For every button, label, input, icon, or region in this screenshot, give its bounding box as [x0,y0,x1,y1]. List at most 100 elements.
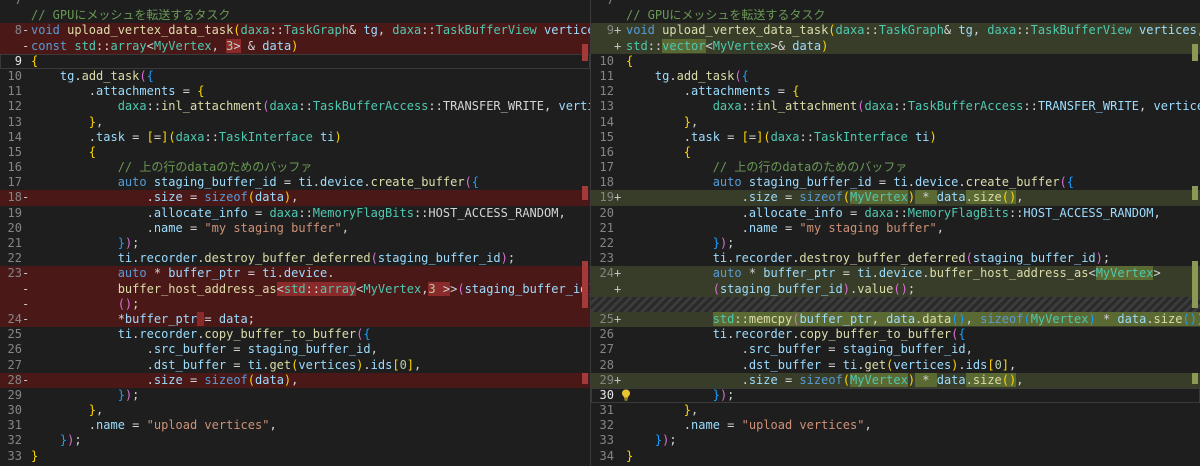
code-line[interactable]: 27 .src_buffer = staging_buffer_id, [591,342,1200,357]
line-gutter: 28- [0,373,30,388]
code-line[interactable]: 33 }); [591,433,1200,448]
code-token: ( [247,372,256,387]
code-line[interactable]: 20 .allocate_info = daxa::MemoryFlagBits… [591,206,1200,221]
code-line[interactable]: 13 daxa::inl_attachment(daxa::TaskBuffer… [591,99,1200,114]
code-line[interactable]: 10 { [591,54,1200,69]
code-line[interactable]: 32 .name = "upload vertices", [591,418,1200,433]
line-number: 23 [599,251,614,266]
code-line[interactable]: 29 + .size = sizeof(MyVertex) * data.size… [591,372,1200,388]
code-line[interactable]: 22 ti.recorder.destroy_buffer_deferred(s… [0,251,590,266]
line-gutter: 11 [591,69,623,84]
code-line[interactable]: 30 }, [0,403,590,418]
code-line[interactable]: 34} [591,449,1200,464]
code-line[interactable]: 18- .size = sizeof(data), [0,190,590,206]
code-token: { [958,327,966,342]
code-token: size [748,190,778,205]
code-line[interactable]: 16 { [591,145,1200,160]
code-token: TaskBufferView [1030,23,1132,38]
code-line[interactable]: 20 .name = "my staging buffer", [0,221,590,236]
code-line[interactable]: 31 .name = "upload vertices", [0,418,590,433]
code-token: data [886,311,916,326]
code-line[interactable]: 15 .task = [=](daxa::TaskInterface ti) [591,130,1200,145]
code-line[interactable]: 8- void upload_vertex_data_task(daxa::Tas… [0,23,590,39]
code-line[interactable]: 31 }, [591,403,1200,418]
code-line[interactable]: 24 + auto * buffer_ptr = ti.device.buffer… [591,266,1200,282]
original-pane[interactable]: 7// GPUにメッシュを転送するタスク 8- void upload_vertex… [0,0,590,466]
lightbulb-icon[interactable] [621,389,631,401]
code-line[interactable]: 14 }, [591,115,1200,130]
code-line[interactable]: 25 + std::memcpy(buffer_ptr, data.data(),… [591,311,1200,328]
code-token: recorder [139,251,198,266]
code-token: get [269,357,292,372]
code-line[interactable]: // GPUにメッシュを転送するタスク [591,8,1200,23]
code-line[interactable]: 27 .dst_buffer = ti.get(vertices).ids[0]… [0,358,590,373]
code-line[interactable]: 12 daxa::inl_attachment(daxa::TaskBuffer… [0,99,590,114]
code-token: // 上の行のdataのためのバッファ [117,160,313,175]
code-line[interactable]: 26 ti.recorder.copy_buffer_to_buffer({ [591,327,1200,342]
code-line[interactable]: 19 .allocate_info = daxa::MemoryFlagBits… [0,206,590,221]
code-line[interactable]: 9{ [0,53,590,69]
code-line[interactable]: + (staging_buffer_id).value(); [591,281,1200,297]
line-content: std::memcpy(buffer_ptr, data.data(), siz… [623,311,1200,327]
code-line[interactable]: - buffer_host_address_as<std::array<MyVe… [0,281,590,297]
code-line[interactable]: 18 auto staging_buffer_id = ti.device.cr… [591,175,1200,190]
code-line[interactable]: 17 auto staging_buffer_id = ti.device.cr… [0,175,590,190]
code-line[interactable]: 25 ti.recorder.copy_buffer_to_buffer({ [0,327,590,342]
code-token: add_task [81,68,140,83]
code-line[interactable]: 11 tg.add_task({ [591,69,1200,84]
modified-scrollbar[interactable] [1189,0,1200,466]
code-line[interactable]: 10 tg.add_task({ [0,69,590,84]
code-line[interactable]: 21 .name = "my staging buffer", [591,221,1200,236]
line-content: // GPUにメッシュを転送するタスク [30,8,590,23]
code-line[interactable]: 14 .task = [=](daxa::TaskInterface ti) [0,130,590,145]
line-content: }, [623,115,1200,130]
code-line[interactable]: 32 }); [0,433,590,448]
code-line[interactable]: 33} [0,449,590,464]
code-line[interactable]: - (); [0,296,590,312]
code-line[interactable]: 15 { [0,145,590,160]
line-content: } [30,449,590,464]
original-scrollbar[interactable] [579,0,590,466]
code-line[interactable]: 23 ti.recorder.destroy_buffer_deferred(s… [591,251,1200,266]
code-line[interactable]: // GPUにメッシュを転送するタスク [0,8,590,23]
code-line[interactable]: 12 .attachments = { [591,84,1200,99]
code-line[interactable]: - const std::array<MyVertex, 3> & data) [0,38,590,54]
code-line[interactable]: 28- .size = sizeof(data), [0,372,590,388]
line-number: 9 [606,23,614,38]
line-number: 29 [599,372,614,387]
code-line[interactable]: 17 // 上の行のdataのためのバッファ [591,160,1200,175]
line-gutter: 14 [0,130,30,145]
code-token: recorder [734,251,793,266]
code-token: ti [712,251,728,266]
code-line[interactable]: 13 }, [0,115,590,130]
code-line[interactable]: 26 .src_buffer = staging_buffer_id, [0,342,590,357]
code-token: { [683,144,692,159]
code-line[interactable]: 30 }); [591,387,1200,404]
code-token: ti [842,357,858,372]
code-line[interactable]: 21 }); [0,236,590,251]
code-line[interactable]: 23- auto * buffer_ptr = ti.device. [0,266,590,282]
code-line[interactable]: 19 + .size = sizeof(MyVertex) * data.size… [591,190,1200,206]
line-gutter: 9 [0,54,30,69]
code-token: daxa [835,23,865,38]
modified-pane[interactable]: 7// GPUにメッシュを転送するタスク 9 + void upload_vertex… [590,0,1200,466]
code-line[interactable]: 28 .dst_buffer = ti.get(vertices).ids[0]… [591,358,1200,373]
code-line[interactable]: 9 + void upload_vertex_data_task(daxa::Tas… [591,23,1200,39]
code-line[interactable]: 22 }); [591,236,1200,251]
line-number: 16 [7,160,22,175]
code-token: buffer_ptr [124,311,198,326]
code-line[interactable]: 7 [0,0,590,8]
code-line[interactable]: + std::vector<MyVertex>& data) [591,38,1200,54]
code-line[interactable]: 11 .attachments = { [0,84,590,99]
code-line[interactable]: 29 }); [0,388,590,403]
code-token: , [370,342,378,357]
line-content: // 上の行のdataのためのバッファ [30,160,590,175]
code-token: :: [647,38,663,53]
code-line[interactable]: 7 [591,0,1200,8]
code-line[interactable]: 24- *buffer_ptr = data; [0,311,590,328]
code-line[interactable]: 16 // 上の行のdataのためのバッファ [0,160,590,175]
code-token: [ [741,129,749,144]
code-line[interactable] [591,296,1200,312]
code-token: ; [727,236,735,250]
